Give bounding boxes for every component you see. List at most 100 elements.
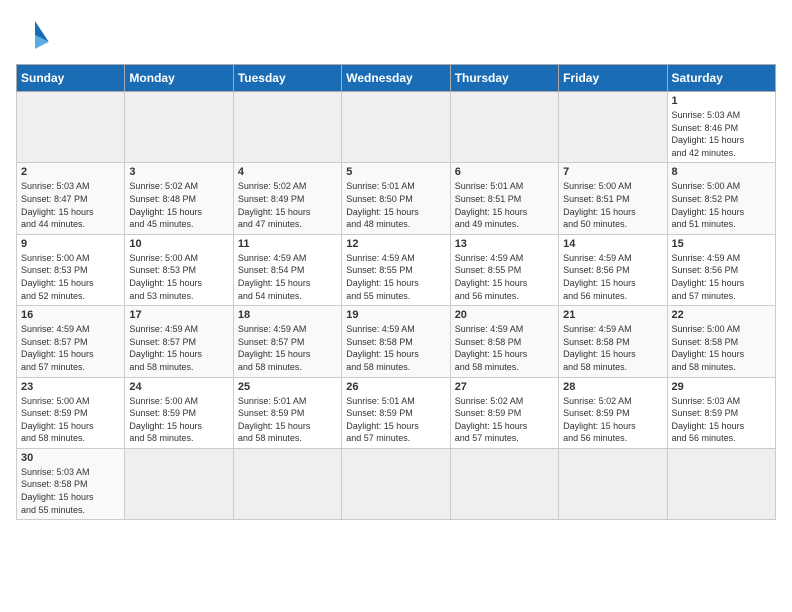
calendar-cell: 16 Sunrise: 4:59 AM Sunset: 8:57 PM Dayli… [17,306,125,377]
day-number: 27 [455,381,554,393]
day-info: Sunrise: 4:59 AM Sunset: 8:54 PM Dayligh… [238,252,337,302]
day-number: 16 [21,309,120,321]
calendar-cell: 27Sunrise: 5:02 AM Sunset: 8:59 PM Dayli… [450,377,558,448]
day-number: 6 [455,166,554,178]
day-number: 19 [346,309,445,321]
day-number: 9 [21,238,120,250]
calendar-cell: 5 Sunrise: 5:01 AM Sunset: 8:50 PM Daylig… [342,163,450,234]
day-info: Sunrise: 5:01 AM Sunset: 8:59 PM Dayligh… [238,395,337,445]
day-info: Sunrise: 4:59 AM Sunset: 8:57 PM Dayligh… [21,323,120,373]
day-number: 21 [563,309,662,321]
day-info: Sunrise: 5:00 AM Sunset: 8:59 PM Dayligh… [21,395,120,445]
day-number: 11 [238,238,337,250]
day-number: 15 [672,238,771,250]
calendar-cell: 4 Sunrise: 5:02 AM Sunset: 8:49 PM Daylig… [233,163,341,234]
day-number: 29 [672,381,771,393]
calendar-cell: 7 Sunrise: 5:00 AM Sunset: 8:51 PM Daylig… [559,163,667,234]
calendar-cell: 22 Sunrise: 5:00 AM Sunset: 8:58 PM Dayli… [667,306,775,377]
calendar-cell: 28 Sunrise: 5:02 AM Sunset: 8:59 PM Dayli… [559,377,667,448]
day-info: Sunrise: 5:00 AM Sunset: 8:59 PM Dayligh… [129,395,228,445]
calendar-cell: 14 Sunrise: 4:59 AM Sunset: 8:56 PM Dayli… [559,234,667,305]
day-info: Sunrise: 5:03 AM Sunset: 8:47 PM Dayligh… [21,180,120,230]
weekday-header: Thursday [450,65,558,92]
calendar-cell: 12 Sunrise: 4:59 AM Sunset: 8:55 PM Dayli… [342,234,450,305]
day-info: Sunrise: 5:00 AM Sunset: 8:53 PM Dayligh… [21,252,120,302]
day-info: Sunrise: 5:00 AM Sunset: 8:52 PM Dayligh… [672,180,771,230]
page-header [16,16,776,54]
day-info: Sunrise: 5:00 AM Sunset: 8:51 PM Dayligh… [563,180,662,230]
day-number: 28 [563,381,662,393]
day-number: 10 [129,238,228,250]
day-number: 25 [238,381,337,393]
calendar-cell: 17 Sunrise: 4:59 AM Sunset: 8:57 PM Dayli… [125,306,233,377]
day-info: Sunrise: 4:59 AM Sunset: 8:58 PM Dayligh… [455,323,554,373]
day-number: 30 [21,452,120,464]
calendar-week: 2Sunrise: 5:03 AM Sunset: 8:47 PM Daylig… [17,163,776,234]
calendar-cell [342,92,450,163]
calendar-cell: 24Sunrise: 5:00 AM Sunset: 8:59 PM Dayli… [125,377,233,448]
calendar-cell [667,448,775,519]
day-info: Sunrise: 4:59 AM Sunset: 8:58 PM Dayligh… [346,323,445,373]
calendar-cell [559,448,667,519]
day-number: 8 [672,166,771,178]
calendar-cell: 20 Sunrise: 4:59 AM Sunset: 8:58 PM Dayli… [450,306,558,377]
weekday-header: Sunday [17,65,125,92]
day-info: Sunrise: 5:01 AM Sunset: 8:50 PM Dayligh… [346,180,445,230]
day-number: 14 [563,238,662,250]
day-info: Sunrise: 4:59 AM Sunset: 8:56 PM Dayligh… [563,252,662,302]
calendar-cell: 3Sunrise: 5:02 AM Sunset: 8:48 PM Daylig… [125,163,233,234]
calendar-cell: 6 Sunrise: 5:01 AM Sunset: 8:51 PM Daylig… [450,163,558,234]
day-info: Sunrise: 4:59 AM Sunset: 8:58 PM Dayligh… [563,323,662,373]
day-info: Sunrise: 5:00 AM Sunset: 8:58 PM Dayligh… [672,323,771,373]
day-info: Sunrise: 4:59 AM Sunset: 8:57 PM Dayligh… [238,323,337,373]
calendar-week: 23 Sunrise: 5:00 AM Sunset: 8:59 PM Dayli… [17,377,776,448]
calendar-week: 1Sunrise: 5:03 AM Sunset: 8:46 PM Daylig… [17,92,776,163]
calendar-table: SundayMondayTuesdayWednesdayThursdayFrid… [16,64,776,520]
day-info: Sunrise: 4:59 AM Sunset: 8:57 PM Dayligh… [129,323,228,373]
day-number: 22 [672,309,771,321]
calendar-cell [342,448,450,519]
calendar-week: 16 Sunrise: 4:59 AM Sunset: 8:57 PM Dayli… [17,306,776,377]
day-info: Sunrise: 4:59 AM Sunset: 8:55 PM Dayligh… [346,252,445,302]
calendar-cell [233,448,341,519]
calendar-cell: 23 Sunrise: 5:00 AM Sunset: 8:59 PM Dayli… [17,377,125,448]
day-number: 23 [21,381,120,393]
day-info: Sunrise: 4:59 AM Sunset: 8:55 PM Dayligh… [455,252,554,302]
calendar-cell: 26 Sunrise: 5:01 AM Sunset: 8:59 PM Dayli… [342,377,450,448]
calendar-cell: 8 Sunrise: 5:00 AM Sunset: 8:52 PM Daylig… [667,163,775,234]
calendar-cell: 2Sunrise: 5:03 AM Sunset: 8:47 PM Daylig… [17,163,125,234]
day-number: 1 [672,95,771,107]
weekday-header: Saturday [667,65,775,92]
day-info: Sunrise: 5:01 AM Sunset: 8:51 PM Dayligh… [455,180,554,230]
day-number: 13 [455,238,554,250]
calendar-cell: 15 Sunrise: 4:59 AM Sunset: 8:56 PM Dayli… [667,234,775,305]
day-number: 20 [455,309,554,321]
calendar-cell: 29Sunrise: 5:03 AM Sunset: 8:59 PM Dayli… [667,377,775,448]
day-number: 18 [238,309,337,321]
day-number: 12 [346,238,445,250]
calendar-cell: 13 Sunrise: 4:59 AM Sunset: 8:55 PM Dayli… [450,234,558,305]
calendar-cell: 19 Sunrise: 4:59 AM Sunset: 8:58 PM Dayli… [342,306,450,377]
day-number: 5 [346,166,445,178]
calendar-week: 30Sunrise: 5:03 AM Sunset: 8:58 PM Dayli… [17,448,776,519]
day-info: Sunrise: 4:59 AM Sunset: 8:56 PM Dayligh… [672,252,771,302]
calendar-cell: 11 Sunrise: 4:59 AM Sunset: 8:54 PM Dayli… [233,234,341,305]
day-number: 17 [129,309,228,321]
logo [16,16,58,54]
calendar-cell: 10 Sunrise: 5:00 AM Sunset: 8:53 PM Dayli… [125,234,233,305]
logo-icon [16,16,54,54]
calendar-body: 1Sunrise: 5:03 AM Sunset: 8:46 PM Daylig… [17,92,776,520]
calendar-cell [125,448,233,519]
calendar-cell: 21 Sunrise: 4:59 AM Sunset: 8:58 PM Dayli… [559,306,667,377]
day-info: Sunrise: 5:02 AM Sunset: 8:48 PM Dayligh… [129,180,228,230]
day-info: Sunrise: 5:02 AM Sunset: 8:49 PM Dayligh… [238,180,337,230]
calendar-cell [559,92,667,163]
day-info: Sunrise: 5:00 AM Sunset: 8:53 PM Dayligh… [129,252,228,302]
calendar-cell [17,92,125,163]
day-info: Sunrise: 5:01 AM Sunset: 8:59 PM Dayligh… [346,395,445,445]
day-number: 4 [238,166,337,178]
day-number: 26 [346,381,445,393]
calendar-cell: 9 Sunrise: 5:00 AM Sunset: 8:53 PM Daylig… [17,234,125,305]
day-number: 7 [563,166,662,178]
day-info: Sunrise: 5:02 AM Sunset: 8:59 PM Dayligh… [563,395,662,445]
